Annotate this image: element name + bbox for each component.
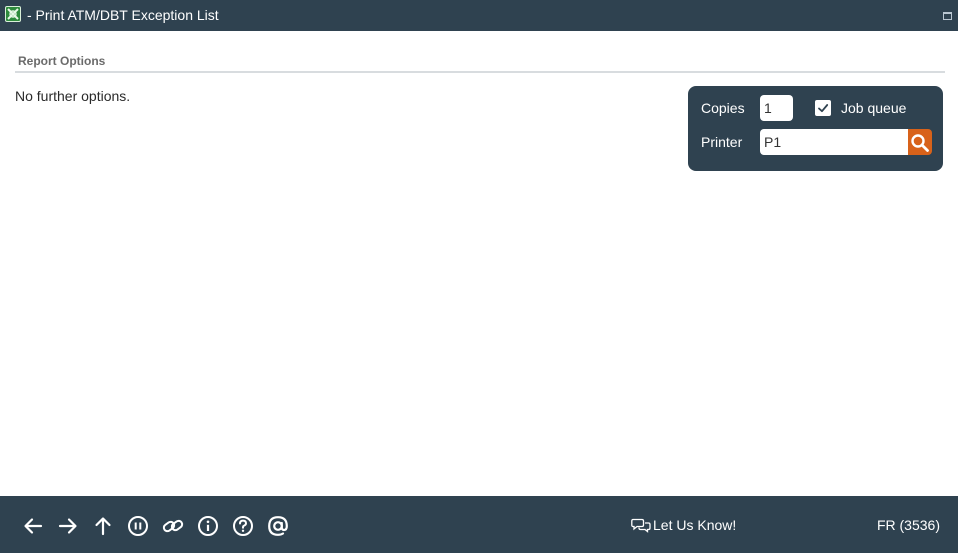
let-us-know-label: Let Us Know!: [653, 517, 737, 533]
app-logo-icon: [5, 6, 21, 22]
job-queue-label[interactable]: Job queue: [841, 100, 906, 116]
search-icon: [911, 134, 929, 152]
title-bar: - Print ATM/DBT Exception List: [0, 0, 958, 31]
printer-label: Printer: [701, 134, 743, 150]
chat-icon: [631, 518, 651, 533]
printer-input[interactable]: P1: [760, 129, 908, 155]
job-queue-checkbox[interactable]: [815, 100, 831, 116]
link-icon[interactable]: [162, 515, 184, 537]
up-arrow-icon[interactable]: [92, 515, 114, 537]
no-options-message: No further options.: [15, 88, 131, 104]
pause-icon[interactable]: [127, 515, 149, 537]
print-settings-panel: Copies 1 Job queue Printer P1: [688, 86, 943, 171]
window-title: - Print ATM/DBT Exception List: [27, 7, 219, 23]
printer-search-button[interactable]: [908, 129, 932, 155]
info-icon[interactable]: [197, 515, 219, 537]
section-divider: [15, 71, 945, 73]
help-icon[interactable]: [232, 515, 254, 537]
footer-toolbar: Let Us Know! FR (3536): [0, 496, 958, 553]
function-code: FR (3536): [876, 517, 940, 533]
copies-input[interactable]: 1: [760, 95, 793, 121]
maximize-icon[interactable]: [943, 12, 952, 20]
back-arrow-icon[interactable]: [22, 515, 44, 537]
report-options-header: Report Options: [18, 54, 106, 68]
forward-arrow-icon[interactable]: [57, 515, 79, 537]
copies-label: Copies: [701, 100, 745, 116]
at-icon[interactable]: [267, 515, 289, 537]
